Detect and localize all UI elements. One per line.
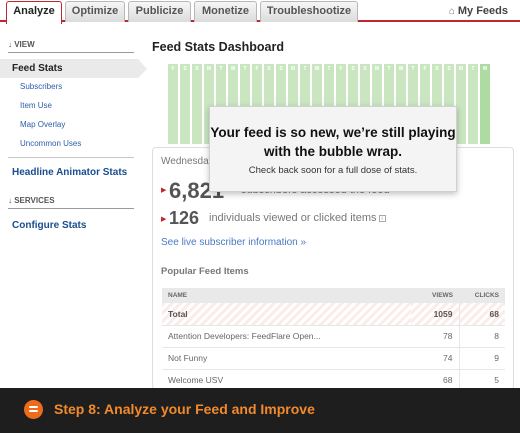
chart-day-label: M xyxy=(206,66,212,72)
individuals-text: individuals viewed or clicked items i xyxy=(209,212,386,224)
row-clicks: 68 xyxy=(458,303,505,326)
sidebar-item-subscribers[interactable]: Subscribers xyxy=(20,82,62,91)
col-header-views: VIEWS xyxy=(411,288,459,303)
sidebar-item-map-overlay[interactable]: Map Overlay xyxy=(20,120,65,129)
info-icon[interactable]: i xyxy=(378,214,386,222)
sidebar-view-header: ↓ VIEW xyxy=(8,40,134,53)
triangle-icon: ▶ xyxy=(161,187,167,194)
chart-day-label: W xyxy=(314,66,320,72)
chart-bar xyxy=(456,64,466,144)
sidebar-active-arrow xyxy=(138,59,147,78)
row-clicks: 8 xyxy=(458,325,505,348)
chart-bar xyxy=(192,64,202,144)
chart-day-label: M xyxy=(290,66,296,72)
chart-day-label: W xyxy=(482,66,488,72)
chart-bar xyxy=(180,64,190,144)
chart-bar xyxy=(480,64,490,144)
sidebar-item-configure-stats[interactable]: Configure Stats xyxy=(12,220,86,231)
chart-day-label: S xyxy=(351,66,355,72)
my-feeds-link[interactable]: ⌂ My Feeds xyxy=(449,5,508,17)
tab-publicize[interactable]: Publicize xyxy=(128,1,191,22)
date-label: Wednesday xyxy=(161,156,214,167)
chart-day-label: T xyxy=(471,66,475,72)
triangle-icon: ▶ xyxy=(161,216,167,223)
chat-bubble-icon xyxy=(24,400,43,419)
tab-troubleshootize[interactable]: Troubleshootize xyxy=(260,1,358,22)
row-name: Total xyxy=(162,303,411,326)
row-views: 74 xyxy=(411,347,459,370)
sidebar-item-item-use[interactable]: Item Use xyxy=(20,101,52,110)
chart-day-label: T xyxy=(387,66,391,72)
sidebar: ↓ VIEW Feed Stats Subscribers Item Use M… xyxy=(0,24,147,388)
new-feed-popup: Your feed is so new, we’re still playing… xyxy=(209,106,457,192)
chart-day-label: F xyxy=(423,66,427,72)
col-header-name: NAME xyxy=(162,288,411,303)
chart-day-label: W xyxy=(230,66,236,72)
chart-bar xyxy=(168,64,178,144)
page-title: Feed Stats Dashboard xyxy=(152,40,284,54)
col-header-clicks: CLICKS xyxy=(459,288,505,303)
house-icon: ⌂ xyxy=(448,6,455,17)
chart-day-label: S xyxy=(363,66,367,72)
table-row[interactable]: Not Funny 74 9 xyxy=(162,347,505,370)
row-clicks: 9 xyxy=(458,347,505,370)
step-banner: Step 8: Analyze your Feed and Improve xyxy=(0,388,520,433)
sidebar-services-header: ↓ SERVICES xyxy=(8,196,134,209)
sidebar-item-uncommon-uses[interactable]: Uncommon Uses xyxy=(20,139,81,148)
banner-text: Step 8: Analyze your Feed and Improve xyxy=(54,401,315,417)
chart-day-label: M xyxy=(374,66,380,72)
popular-items-title: Popular Feed Items xyxy=(161,266,249,277)
table-row-total: Total 1059 68 xyxy=(162,303,505,326)
tab-optimize[interactable]: Optimize xyxy=(65,1,125,22)
tab-analyze[interactable]: Analyze xyxy=(6,1,62,24)
live-subscriber-link[interactable]: See live subscriber information » xyxy=(161,237,306,248)
chart-day-label: S xyxy=(267,66,271,72)
row-views: 1059 xyxy=(411,303,459,326)
chart-day-label: F xyxy=(255,66,259,72)
tab-monetize[interactable]: Monetize xyxy=(194,1,257,22)
sidebar-item-feed-stats[interactable]: Feed Stats xyxy=(12,63,63,74)
chart-day-label: M xyxy=(458,66,464,72)
sidebar-divider xyxy=(8,157,134,158)
chart-bar xyxy=(468,64,478,144)
sidebar-item-headline-animator[interactable]: Headline Animator Stats xyxy=(12,167,127,178)
popup-subtitle: Check back soon for a full dose of stats… xyxy=(248,165,418,176)
chart-day-label: T xyxy=(411,66,415,72)
chart-day-label: F xyxy=(171,66,175,72)
individuals-count: 126 xyxy=(169,208,200,228)
chart-day-label: W xyxy=(398,66,404,72)
row-name[interactable]: Not Funny xyxy=(162,347,411,370)
chart-day-label: S xyxy=(195,66,199,72)
chart-day-label: T xyxy=(303,66,307,72)
popup-title: Your feed is so new, we’re still playing… xyxy=(210,125,456,159)
chart-day-label: S xyxy=(435,66,439,72)
chart-day-label: T xyxy=(327,66,331,72)
chart-day-label: T xyxy=(243,66,247,72)
chart-day-label: T xyxy=(219,66,223,72)
chart-day-label: S xyxy=(183,66,187,72)
individuals-label: individuals viewed or clicked items xyxy=(209,212,377,224)
row-views: 78 xyxy=(411,325,459,348)
popular-items-table: NAME VIEWS CLICKS Total 1059 68 Attentio… xyxy=(162,288,505,392)
tab-bar: Analyze Optimize Publicize Monetize Trou… xyxy=(0,0,520,24)
row-name[interactable]: Attention Developers: FeedFlare Open... xyxy=(162,325,411,348)
my-feeds-label: My Feeds xyxy=(457,5,508,17)
chart-day-label: F xyxy=(339,66,343,72)
chart-day-label: S xyxy=(447,66,451,72)
table-row[interactable]: Attention Developers: FeedFlare Open... … xyxy=(162,325,505,348)
chart-day-label: S xyxy=(279,66,283,72)
